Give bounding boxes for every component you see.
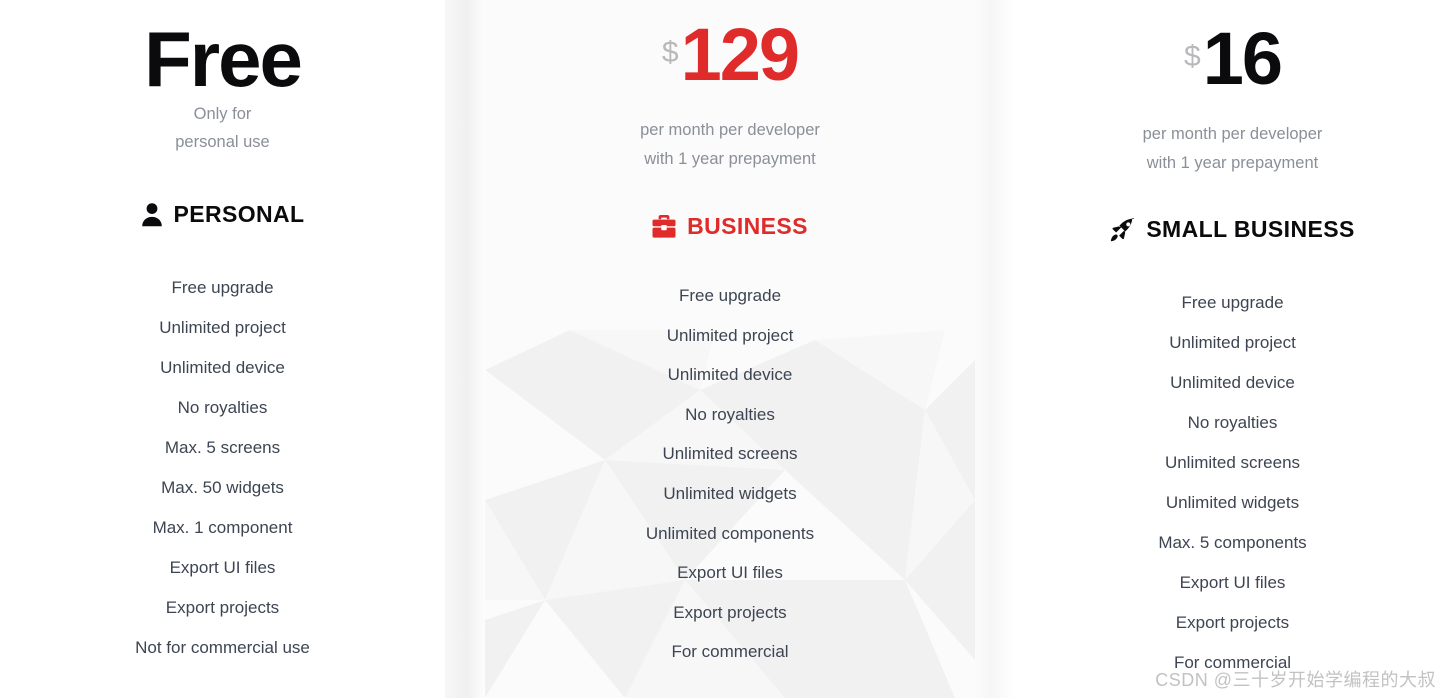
column-divider-right [975,0,1015,698]
feature-item: Export projects [673,602,787,622]
price-note-line-1: per month per developer [640,121,820,139]
feature-item: Export projects [165,597,280,617]
feature-item: Export UI files [1179,573,1286,593]
currency-symbol: $ [1184,40,1201,73]
price-amount: 129 [680,13,800,96]
feature-item: No royalties [1187,413,1278,433]
feature-item: Free upgrade [678,286,782,306]
feature-item: Unlimited widgets [663,484,797,504]
price-note-line-2: with 1 year prepayment [1146,153,1319,172]
feature-item: No royalties [177,397,268,417]
plan-header-small-business: SMALL BUSINESS [1015,213,1450,247]
feature-item: Max. 5 components [1158,533,1307,553]
feature-item: Unlimited device [160,357,285,377]
plan-price-business: $ 129 [485,13,975,116]
plan-price-small-business: $ 16 [1015,17,1450,120]
feature-item: Unlimited device [667,365,793,385]
plan-name-personal: PERSONAL [173,200,305,227]
feature-item: Unlimited device [1170,373,1295,393]
feature-item: For commercial [671,642,789,662]
price-note-line-1: per month per developer [1142,125,1323,143]
csdn-watermark: CSDN @三十岁开始学编程的大叔 [1155,670,1436,690]
plan-header-personal: PERSONAL [0,197,445,231]
feature-item: Unlimited project [159,317,286,337]
plan-name-business: BUSINESS [687,213,808,240]
price-amount: 16 [1202,17,1283,100]
feature-item: Unlimited screens [1164,453,1301,473]
feature-item: Export UI files [677,563,783,583]
plan-card-small-business[interactable]: $ 16 per month per developer with 1 year… [1015,0,1450,698]
feature-item: Unlimited widgets [1165,493,1300,513]
plan-price-note-business: per month per developer with 1 year prep… [485,116,975,174]
feature-item: Free upgrade [1181,293,1284,313]
feature-item: Not for commercial use [135,637,310,657]
feature-item: Max. 50 widgets [161,477,284,497]
plan-price-note-personal: Only for personal use [0,100,445,158]
feature-item: Free upgrade [171,277,274,297]
feature-list-personal: Free upgrade Unlimited project Unlimited… [0,267,445,667]
plan-price-personal: Free [144,15,303,103]
feature-item: Max. 5 screens [164,437,281,457]
person-icon [141,202,163,227]
plan-card-business[interactable]: $ 129 per month per developer with 1 yea… [485,0,975,698]
rocket-icon [1110,217,1135,242]
price-note-line-2: with 1 year prepayment [644,149,816,168]
feature-list-small-business: Free upgrade Unlimited project Unlimited… [1015,283,1450,683]
price-note-line-1: Only for [193,104,252,123]
feature-item: Export UI files [169,557,276,577]
feature-item: Unlimited components [645,523,815,543]
feature-item: Export projects [1175,613,1290,633]
feature-item: Unlimited project [666,325,794,345]
feature-item: No royalties [685,404,775,424]
pricing-table: Free Only for personal use PERSONAL Free… [0,0,1450,698]
feature-item: Unlimited screens [662,444,798,464]
plan-header-business: BUSINESS [485,210,975,244]
feature-item: Max. 1 component [152,517,293,537]
plan-name-small-business: SMALL BUSINESS [1146,216,1355,243]
column-divider-left [445,0,485,698]
feature-list-business: Free upgrade Unlimited project Unlimited… [485,276,975,672]
price-note-line-2: personal use [175,133,270,152]
feature-item: Unlimited project [1169,333,1296,353]
plan-card-personal[interactable]: Free Only for personal use PERSONAL Free… [0,0,445,698]
currency-symbol: $ [661,36,679,69]
plan-price-note-small-business: per month per developer with 1 year prep… [1015,120,1450,178]
briefcase-icon [652,215,676,238]
